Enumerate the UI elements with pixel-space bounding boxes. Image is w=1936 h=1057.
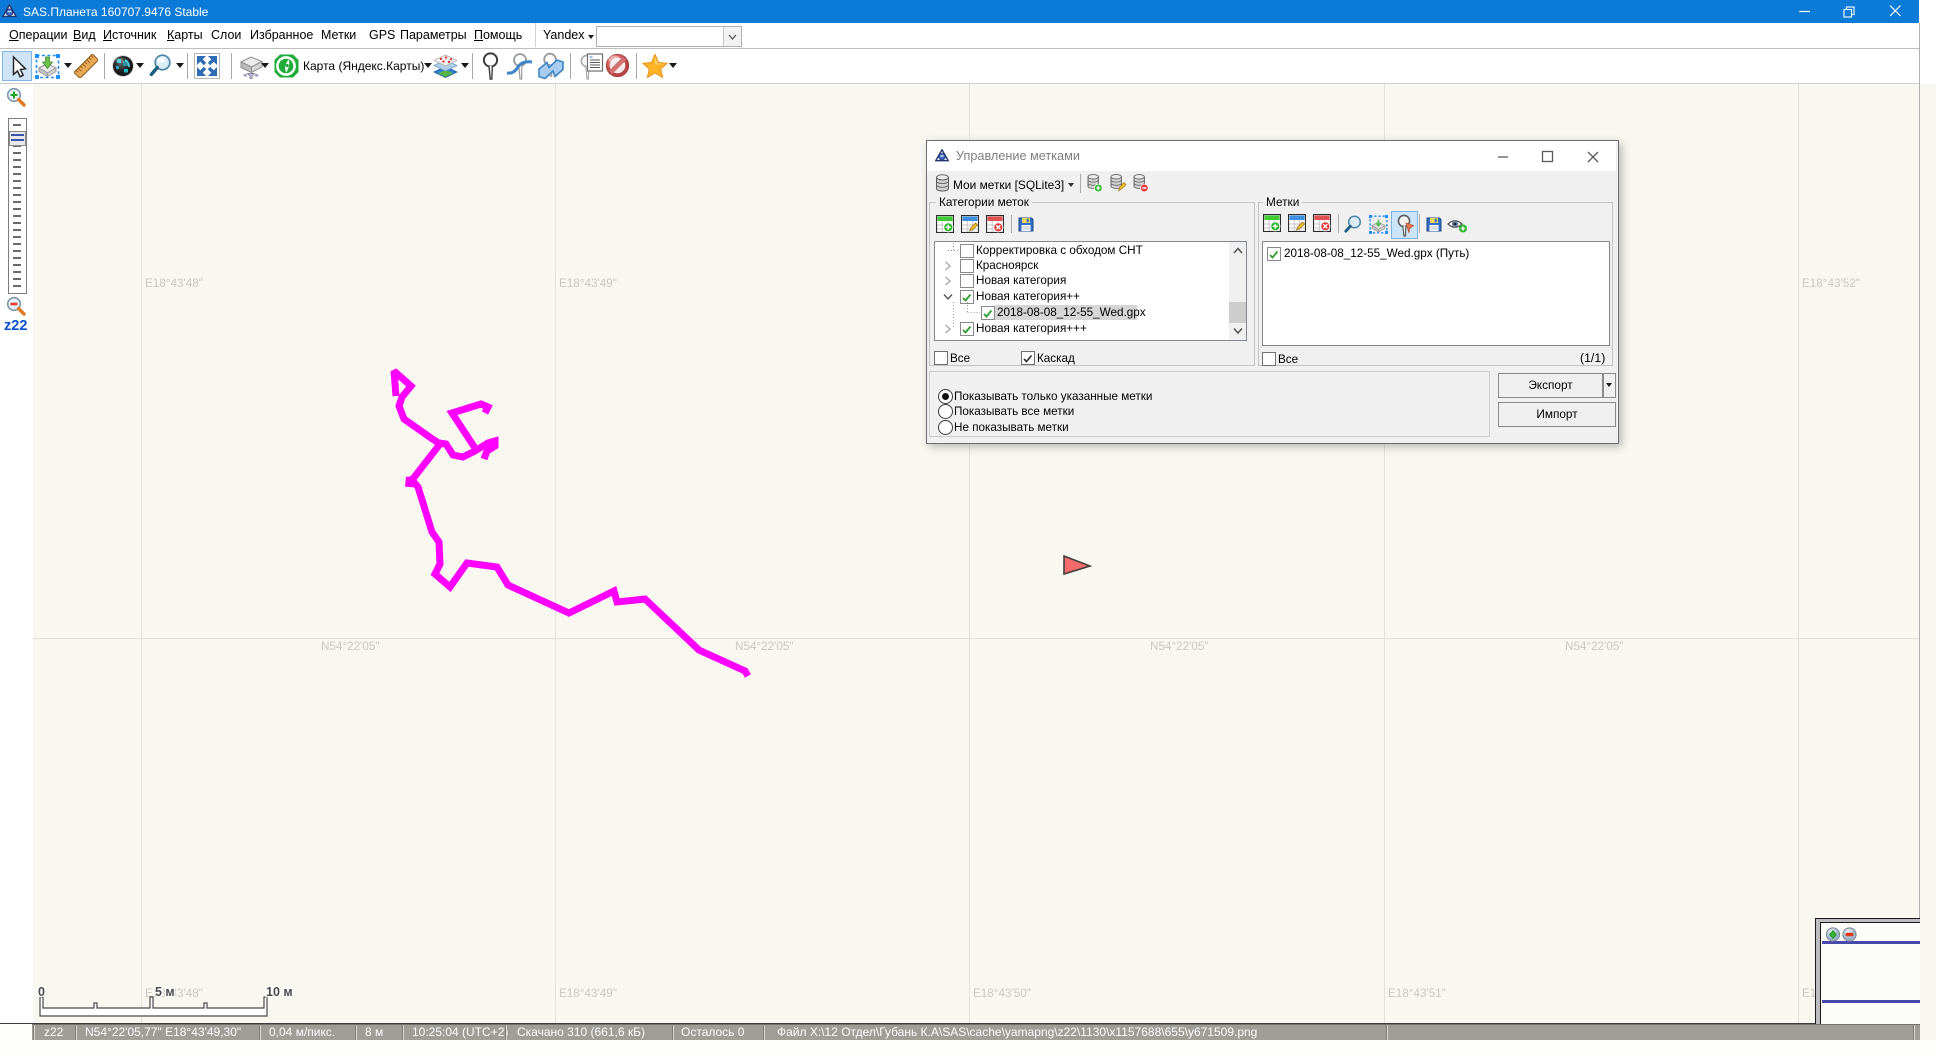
svg-text:5 м: 5 м bbox=[155, 985, 175, 999]
svg-text:10 м: 10 м bbox=[266, 985, 293, 999]
svg-text:0: 0 bbox=[38, 985, 45, 999]
